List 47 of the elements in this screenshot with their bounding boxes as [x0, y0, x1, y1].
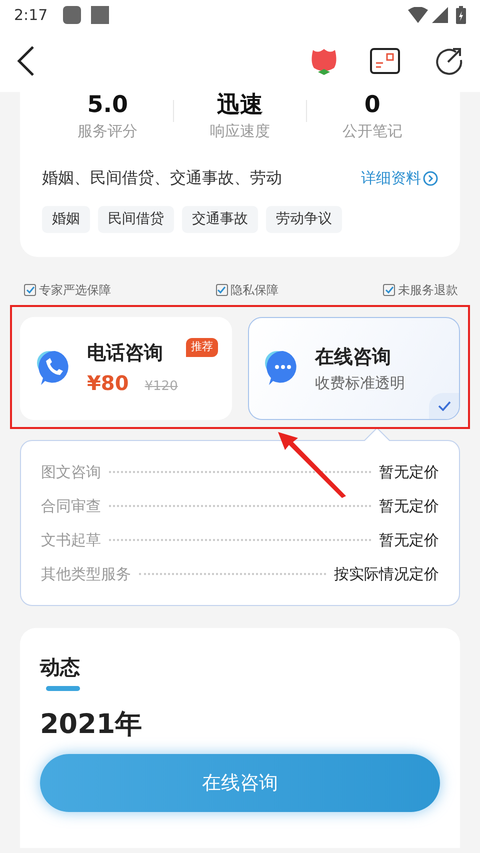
- service-price: 暂无定价: [379, 530, 439, 551]
- tag-chip: 劳动争议: [266, 206, 342, 234]
- card-icon[interactable]: [370, 48, 400, 74]
- chevron-circle-icon: [423, 170, 438, 186]
- price: ¥80: [87, 370, 129, 397]
- section-title: 动态: [40, 654, 81, 682]
- guarantee-label: 专家严选保障: [39, 282, 111, 300]
- guarantee-label: 未服务退款: [398, 282, 458, 300]
- option-subtitle: 收费标准透明: [315, 372, 405, 394]
- option-title: 电话咨询: [87, 341, 164, 366]
- flower-icon[interactable]: [310, 46, 338, 76]
- service-price: 暂无定价: [379, 462, 439, 483]
- back-icon[interactable]: [16, 45, 36, 77]
- status-time: 2:17: [14, 4, 48, 26]
- stat-value: 5.0: [86, 92, 130, 120]
- tag-chip: 交通事故: [182, 206, 258, 234]
- tag-chip: 婚姻: [42, 206, 90, 234]
- stat-value: 迅速: [216, 92, 264, 120]
- option-title: 在线咨询: [315, 345, 392, 370]
- details-link[interactable]: 详细资料: [361, 166, 438, 190]
- stat-value: 0: [363, 92, 382, 120]
- consult-option-card[interactable]: 电话咨询 ¥80 ¥120 推荐: [20, 317, 232, 420]
- wifi-icon: [408, 7, 428, 23]
- notification-icon: [62, 5, 82, 25]
- guarantee-label: 隐私保障: [230, 282, 278, 300]
- consult-option-card[interactable]: 在线咨询 收费标准透明: [248, 317, 460, 420]
- stat-label: 响应速度: [208, 120, 271, 142]
- title-underline: [46, 686, 80, 692]
- year-heading: 2021年: [40, 708, 144, 742]
- battery-icon: [456, 6, 466, 24]
- notification-icon: [90, 5, 110, 25]
- share-icon[interactable]: [434, 46, 464, 76]
- original-price: ¥120: [144, 378, 178, 396]
- check-icon: [429, 393, 459, 420]
- service-name: 图文咨询: [41, 462, 101, 483]
- service-name: 其他类型服务: [41, 564, 131, 585]
- annotation-arrow: [276, 430, 348, 498]
- service-price: 按实际情况定价: [334, 564, 439, 585]
- service-price: 暂无定价: [379, 496, 439, 517]
- stat-label: 公开笔记: [341, 120, 404, 142]
- practice-areas: 婚姻、民间借贷、交通事故、劳动: [42, 166, 282, 190]
- service-name: 合同审查: [41, 496, 101, 517]
- service-name: 文书起草: [41, 530, 101, 551]
- signal-icon: [432, 7, 448, 23]
- tag-chip: 民间借贷: [98, 206, 174, 234]
- recommend-badge: 推荐: [186, 338, 218, 357]
- stat-label: 服务评分: [76, 120, 139, 142]
